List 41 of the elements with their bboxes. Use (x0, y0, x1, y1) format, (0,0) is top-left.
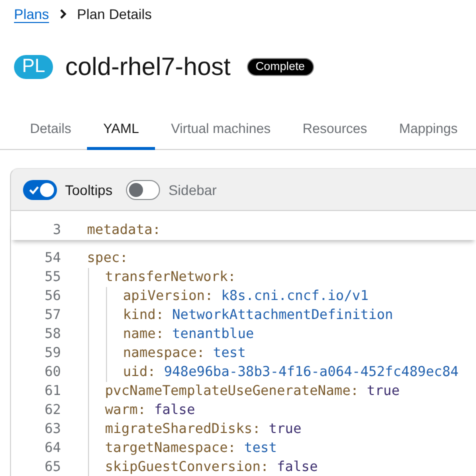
breadcrumb-link[interactable]: Plans (14, 6, 50, 22)
tab[interactable]: YAML (87, 109, 156, 150)
toggle-switch[interactable] (23, 180, 57, 200)
code-line: apiVersion: k8s.cni.cncf.io/v1 (123, 287, 369, 306)
chevron-right-icon (59, 9, 68, 19)
tab[interactable]: Virtual machines (155, 109, 287, 150)
code-line: spec: (87, 249, 128, 268)
line-number: 65 (44, 458, 61, 476)
code-line: targetNamespace: test (105, 439, 277, 458)
line-number: 58 (44, 325, 61, 344)
line-number: 59 (44, 344, 61, 363)
line-number: 3 (52, 221, 61, 240)
line-number: 55 (44, 268, 61, 287)
line-number: 57 (44, 306, 61, 325)
tab[interactable]: Resources (286, 109, 384, 150)
line-number: 61 (44, 382, 61, 401)
code-line: uid: 948e96ba-38b3-4f16-a064-452fc489ec84 (123, 363, 459, 382)
code-line: transferNetwork: (105, 268, 236, 287)
line-number: 64 (44, 439, 61, 458)
code-line: kind: NetworkAttachmentDefinition (123, 306, 394, 325)
status-label: Complete (246, 58, 314, 76)
plan-badge: PL (14, 55, 54, 79)
line-number: 63 (44, 420, 61, 439)
code-line: pvcNameTemplateUseGenerateName: true (105, 382, 400, 401)
page-title: cold-rhel7-host (65, 52, 231, 82)
line-number: 62 (44, 401, 61, 420)
line-number: 56 (44, 287, 61, 306)
code-line: namespace: test (123, 344, 246, 363)
toggle-label: Tooltips (65, 182, 112, 198)
tab[interactable]: Details (14, 109, 88, 150)
toggle-switch[interactable] (126, 180, 160, 200)
code-line: name: tenantblue (123, 325, 254, 344)
breadcrumb-current: Plan Details (77, 6, 152, 22)
code-line: migrateSharedDisks: true (105, 420, 302, 439)
toggle-label: Sidebar (168, 182, 217, 198)
code-line: warm: false (105, 401, 196, 420)
line-number: 54 (44, 249, 61, 268)
code-line: skipGuestConversion: false (105, 458, 318, 476)
tab[interactable]: Mappings (383, 109, 474, 150)
line-number: 60 (44, 363, 61, 382)
code-line: metadata: (87, 221, 161, 240)
